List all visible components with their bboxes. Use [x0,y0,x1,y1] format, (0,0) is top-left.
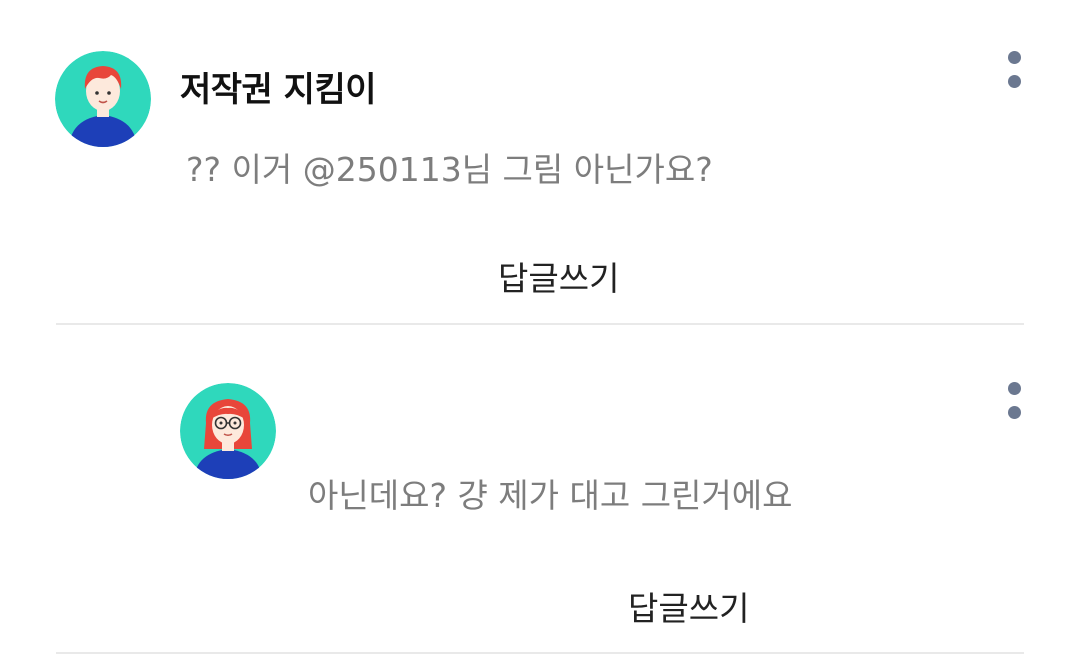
reply-button[interactable]: 답글쓰기 [498,252,619,300]
comment-divider [56,652,1024,654]
avatar-girl-glasses-icon [180,383,276,479]
comment-author[interactable]: 저작권 지킴이 [180,62,377,111]
user-avatar[interactable] [180,383,276,479]
user-avatar[interactable] [55,51,151,147]
more-options-button[interactable] [1003,378,1027,430]
more-vertical-icon [1008,382,1021,395]
comment-text: ?? 이거 @250113님 그림 아닌가요? [186,150,713,189]
more-options-button[interactable] [1003,47,1027,99]
more-vertical-icon [1008,51,1021,64]
more-vertical-icon [1008,406,1021,419]
comment-divider [56,323,1024,325]
reply-button[interactable]: 답글쓰기 [628,582,749,630]
comment-text: 아닌데요? 걍 제가 대고 그린거에요 [308,476,793,515]
more-vertical-icon [1008,75,1021,88]
avatar-boy-icon [55,51,151,147]
